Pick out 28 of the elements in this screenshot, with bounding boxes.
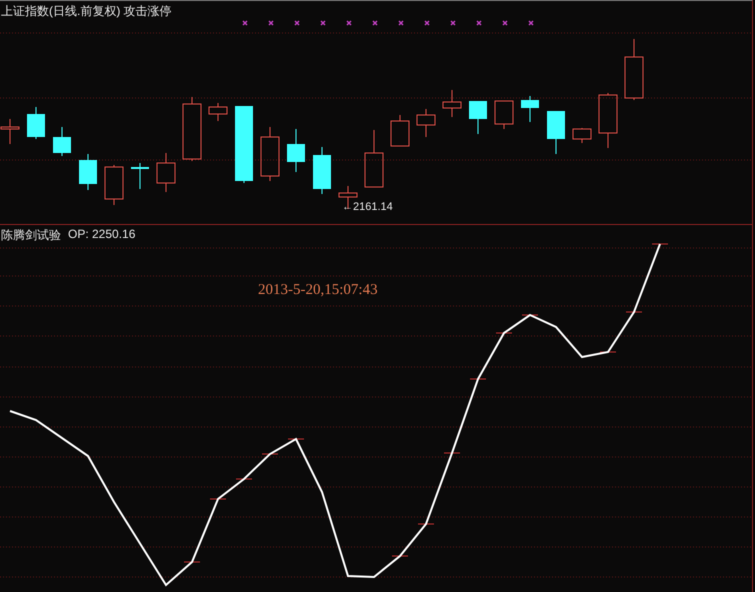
candlestick bbox=[364, 130, 384, 188]
candlestick bbox=[547, 110, 565, 154]
candlestick bbox=[0, 118, 20, 144]
candlestick bbox=[182, 96, 202, 162]
chart-title: 上证指数(日线.前复权) 攻击涨停 bbox=[1, 3, 172, 20]
candlestick bbox=[416, 108, 436, 138]
candlestick bbox=[156, 152, 176, 192]
op-value: OP: 2250.16 bbox=[68, 227, 136, 243]
candlestick bbox=[287, 128, 305, 172]
candlestick bbox=[260, 126, 280, 182]
timestamp: 2013-5-20,15:07:43 bbox=[258, 282, 378, 299]
candlestick bbox=[208, 102, 228, 122]
candlestick bbox=[521, 96, 539, 122]
candlestick bbox=[313, 146, 331, 194]
candlestick bbox=[79, 154, 97, 190]
candlestick bbox=[53, 126, 71, 156]
candlestick bbox=[624, 38, 644, 100]
candlestick bbox=[27, 106, 45, 140]
candlestick bbox=[442, 90, 462, 118]
candlestick bbox=[469, 100, 487, 134]
low-price-label: ←2161.14 bbox=[342, 201, 393, 213]
candlestick bbox=[494, 100, 514, 130]
candlestick bbox=[390, 114, 410, 146]
candlestick bbox=[598, 92, 618, 148]
candlestick bbox=[131, 162, 149, 190]
indicator-name: 陈腾剑试验 bbox=[1, 227, 61, 244]
candlestick bbox=[104, 164, 124, 206]
candlestick bbox=[572, 128, 592, 144]
